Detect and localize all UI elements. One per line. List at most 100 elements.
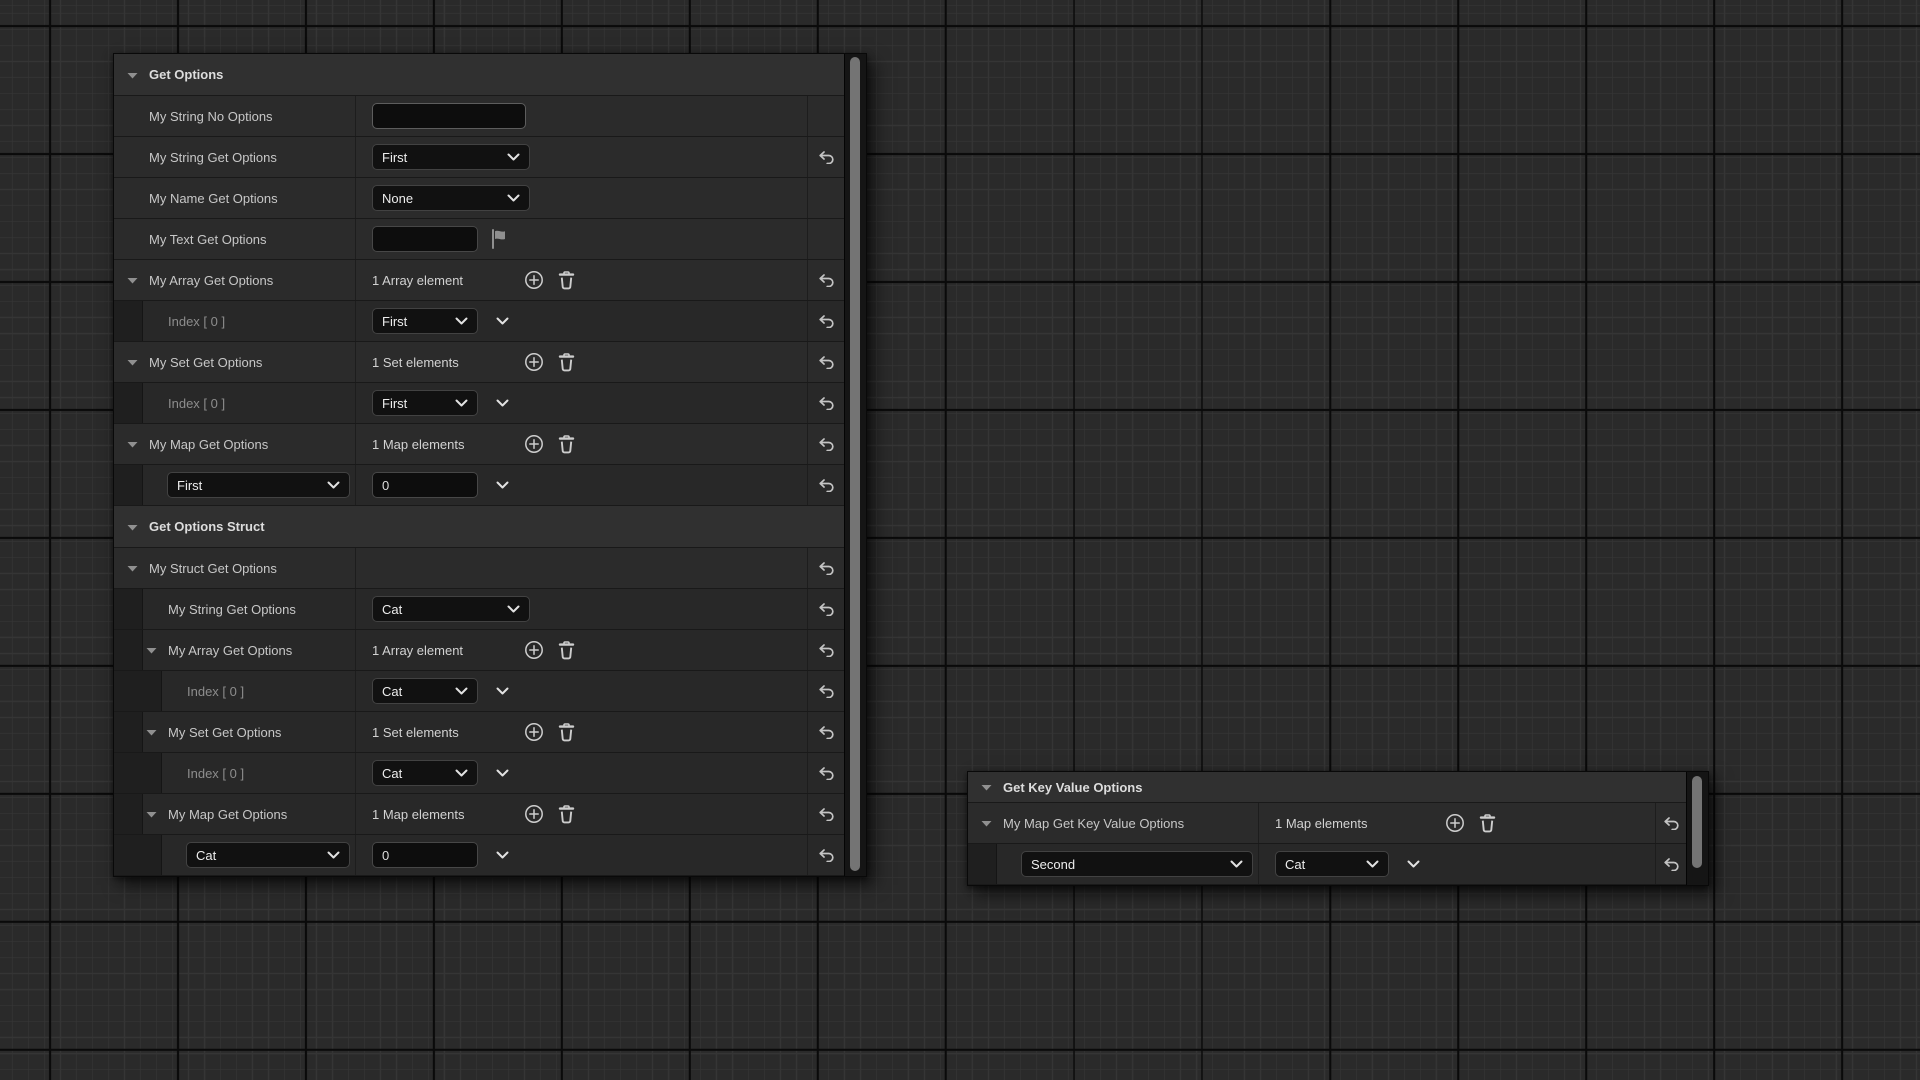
collapse-arrow-icon[interactable] (127, 441, 138, 448)
property-label: My Set Get Options (168, 725, 281, 740)
reset-to-default-button[interactable] (818, 849, 835, 862)
map-key-dropdown[interactable]: Cat (186, 842, 350, 868)
collapse-arrow-icon[interactable] (127, 72, 138, 79)
collapse-arrow-icon[interactable] (127, 277, 138, 284)
collapse-arrow-icon[interactable] (146, 729, 157, 736)
chevron-down-icon (507, 153, 520, 161)
reset-to-default-button[interactable] (1663, 817, 1680, 830)
expand-element-button[interactable] (496, 317, 509, 325)
property-row-my-map-get-key-value-options: My Map Get Key Value Options 1 Map eleme… (968, 803, 1686, 844)
reset-cell (807, 301, 844, 341)
add-element-button[interactable] (524, 434, 544, 454)
delete-all-elements-button[interactable] (558, 805, 575, 824)
reset-to-default-button[interactable] (1663, 858, 1680, 871)
collapse-arrow-icon[interactable] (127, 359, 138, 366)
add-element-button[interactable] (524, 722, 544, 742)
category-row-get-options[interactable]: Get Options (114, 54, 844, 96)
expand-element-button[interactable] (1407, 860, 1420, 868)
reset-to-default-button[interactable] (818, 685, 835, 698)
reset-to-default-button[interactable] (818, 274, 835, 287)
value-dropdown[interactable]: First (372, 390, 478, 416)
label-cell: Index [ 0 ] (114, 753, 355, 793)
reset-to-default-button[interactable] (818, 562, 835, 575)
value-dropdown[interactable]: None (372, 185, 530, 211)
delete-all-elements-button[interactable] (1479, 814, 1496, 833)
reset-to-default-button[interactable] (818, 726, 835, 739)
collapse-arrow-icon[interactable] (127, 565, 138, 572)
reset-to-default-button[interactable] (818, 397, 835, 410)
label-cell: My Map Get Options (114, 794, 355, 834)
property-label: My String Get Options (149, 150, 277, 165)
property-label: My Text Get Options (149, 232, 267, 247)
property-row-my-array-get-options: My Array Get Options 1 Array element (114, 630, 844, 671)
delete-all-elements-button[interactable] (558, 435, 575, 454)
add-element-button[interactable] (1445, 813, 1465, 833)
my-string-no-options-input[interactable] (372, 103, 526, 129)
flag-icon[interactable] (490, 229, 509, 249)
reset-to-default-button[interactable] (818, 438, 835, 451)
map-value-input[interactable] (372, 472, 478, 498)
value-dropdown[interactable]: Cat (372, 596, 530, 622)
map-key-dropdown[interactable]: Second (1021, 851, 1253, 877)
scrollbar-track[interactable] (844, 54, 866, 876)
reset-to-default-button[interactable] (818, 151, 835, 164)
value-dropdown[interactable]: Cat (372, 760, 478, 786)
collapse-arrow-icon[interactable] (146, 647, 157, 654)
reset-to-default-button[interactable] (818, 808, 835, 821)
label-cell: My String Get Options (114, 137, 355, 177)
delete-all-elements-button[interactable] (558, 353, 575, 372)
collapse-arrow-icon[interactable] (146, 811, 157, 818)
map-value-input[interactable] (372, 842, 478, 868)
label-cell: Index [ 0 ] (114, 383, 355, 423)
expand-element-button[interactable] (496, 481, 509, 489)
value-dropdown[interactable]: First (372, 144, 530, 170)
reset-to-default-button[interactable] (818, 315, 835, 328)
reset-to-default-button[interactable] (818, 767, 835, 780)
expand-element-button[interactable] (496, 851, 509, 859)
scrollbar-track[interactable] (1686, 772, 1708, 885)
add-element-button[interactable] (524, 804, 544, 824)
element-count-label: 1 Array element (372, 273, 524, 288)
label-cell: My Name Get Options (114, 178, 355, 218)
add-element-button[interactable] (524, 270, 544, 290)
collapse-arrow-icon[interactable] (127, 524, 138, 531)
expand-element-button[interactable] (496, 769, 509, 777)
label-cell: Index [ 0 ] (114, 301, 355, 341)
scrollbar-thumb[interactable] (850, 57, 860, 871)
collapse-arrow-icon[interactable] (981, 820, 992, 827)
label-cell: My Text Get Options (114, 219, 355, 259)
reset-to-default-button[interactable] (818, 356, 835, 369)
add-element-button[interactable] (524, 640, 544, 660)
delete-all-elements-button[interactable] (558, 271, 575, 290)
delete-all-elements-button[interactable] (558, 641, 575, 660)
category-row-get-options-struct[interactable]: Get Options Struct (114, 506, 844, 548)
reset-to-default-button[interactable] (818, 644, 835, 657)
add-element-button[interactable] (524, 352, 544, 372)
expand-element-button[interactable] (496, 399, 509, 407)
expand-element-button[interactable] (496, 687, 509, 695)
scrollbar-thumb[interactable] (1692, 776, 1702, 868)
reset-to-default-button[interactable] (818, 603, 835, 616)
label-cell: My Set Get Options (114, 712, 355, 752)
map-value-dropdown[interactable]: Cat (1275, 851, 1389, 877)
reset-to-default-button[interactable] (818, 479, 835, 492)
property-row-my-text-get-options: My Text Get Options (114, 219, 844, 260)
property-row-cat: Cat (114, 835, 844, 876)
property-row-my-name-get-options: My Name Get Options None (114, 178, 844, 219)
map-key-dropdown[interactable]: First (167, 472, 350, 498)
my-text-get-options-input[interactable] (372, 226, 478, 252)
details-panel-get-key-value-options: Get Key Value OptionsMy Map Get Key Valu… (967, 771, 1709, 886)
property-label: My Array Get Options (168, 643, 292, 658)
label-cell: My String Get Options (114, 589, 355, 629)
value-dropdown[interactable]: First (372, 308, 478, 334)
category-row-get-key-value-options[interactable]: Get Key Value Options (968, 772, 1686, 803)
property-row-my-string-get-options: My String Get Options First (114, 137, 844, 178)
indent-rail (114, 712, 143, 752)
property-label: My Array Get Options (149, 273, 273, 288)
property-row-my-set-get-options: My Set Get Options 1 Set elements (114, 342, 844, 383)
value-dropdown[interactable]: Cat (372, 678, 478, 704)
delete-all-elements-button[interactable] (558, 723, 575, 742)
label-cell: First (114, 465, 355, 505)
chevron-down-icon (327, 851, 340, 859)
collapse-arrow-icon[interactable] (981, 784, 992, 791)
